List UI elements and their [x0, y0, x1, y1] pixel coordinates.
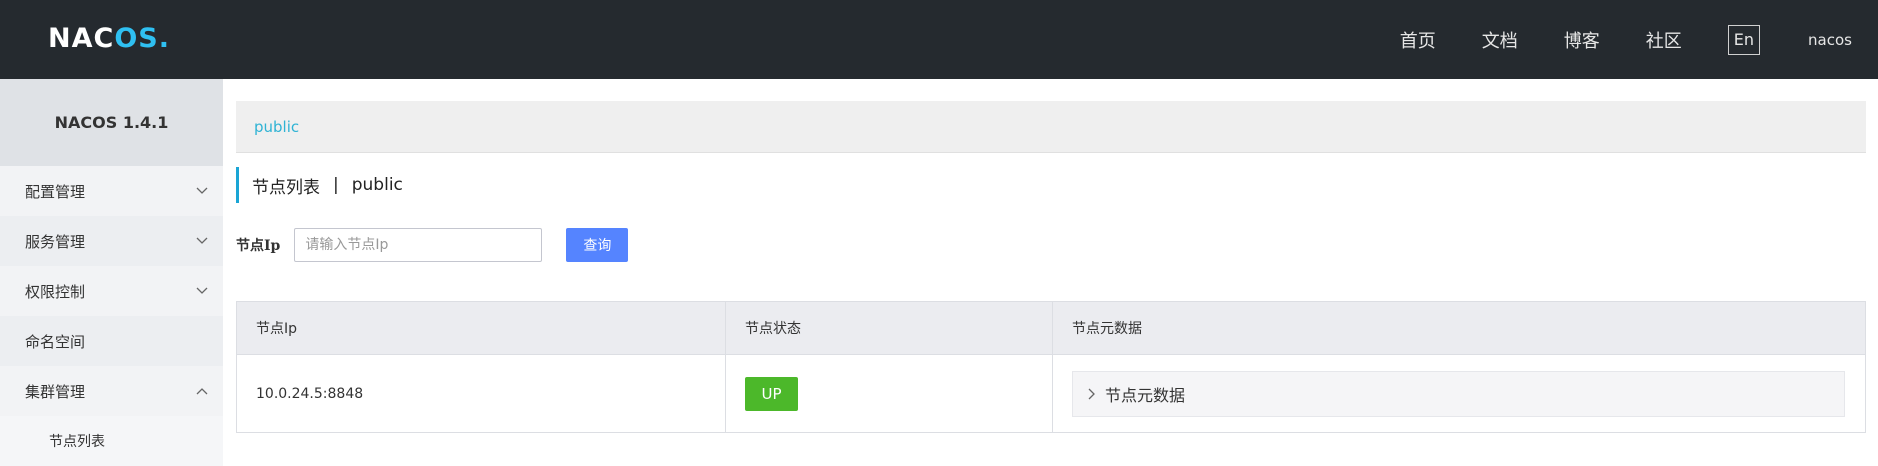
node-ip-input[interactable]	[294, 228, 543, 262]
page-title-separator: |	[333, 175, 339, 195]
table-row: 10.0.24.5:8848 UP 节点元数据	[236, 354, 1866, 433]
chevron-down-icon	[195, 184, 209, 198]
logo-text-part-b: OS	[114, 22, 159, 54]
nav-community[interactable]: 社区	[1646, 27, 1682, 53]
sidebar-item-label: 命名空间	[25, 332, 86, 351]
nav-docs[interactable]: 文档	[1482, 27, 1518, 53]
node-ip-label: 节点Ip	[236, 238, 281, 254]
sidebar-item-namespace[interactable]: 命名空间	[0, 316, 223, 366]
column-header-node-status: 节点状态	[725, 301, 1053, 355]
column-header-node-ip: 节点Ip	[236, 301, 726, 355]
metadata-expander[interactable]: 节点元数据	[1072, 370, 1845, 417]
sidebar-item-cluster-management[interactable]: 集群管理	[0, 366, 223, 416]
logo-text: NAC OS.	[48, 23, 170, 54]
namespace-link-public[interactable]: public	[254, 118, 299, 136]
namespace-breadcrumb: public	[236, 101, 1866, 153]
logo-dot: .	[158, 22, 170, 54]
column-header-node-metadata: 节点元数据	[1052, 301, 1866, 355]
chevron-up-icon	[195, 384, 209, 398]
table-header-row: 节点Ip 节点状态 节点元数据	[236, 301, 1866, 355]
page-title-namespace: public	[351, 175, 403, 195]
logo-text-part-a: NAC	[48, 22, 115, 54]
status-badge: UP	[745, 376, 798, 411]
chevron-right-icon	[1087, 388, 1095, 400]
cell-node-ip: 10.0.24.5:8848	[236, 354, 726, 433]
language-toggle-button[interactable]: En	[1727, 24, 1761, 55]
cell-node-status: UP	[725, 354, 1053, 433]
sidebar-item-label: 服务管理	[25, 232, 86, 251]
nav-blog[interactable]: 博客	[1564, 27, 1600, 53]
sidebar-item-config-management[interactable]: 配置管理	[0, 166, 223, 216]
top-nav: 首页 文档 博客 社区 En nacos	[1354, 0, 1852, 79]
sidebar: NACOS 1.4.1 配置管理 服务管理 权限控制 命名空间 集群管理 节点列…	[0, 79, 223, 466]
page-title-text: 节点列表	[252, 177, 320, 198]
user-name[interactable]: nacos	[1808, 31, 1852, 49]
cell-node-metadata: 节点元数据	[1052, 354, 1866, 433]
metadata-expander-label: 节点元数据	[1105, 385, 1186, 405]
top-navbar: NAC OS. 首页 文档 博客 社区 En nacos	[0, 0, 1878, 79]
sidebar-item-label: 配置管理	[25, 182, 86, 201]
page-title: 节点列表 | public	[236, 167, 403, 203]
sidebar-item-label: 集群管理	[25, 382, 86, 401]
nacos-logo[interactable]: NAC OS.	[48, 20, 170, 56]
node-table: 节点Ip 节点状态 节点元数据 10.0.24.5:8848 UP 节点元数据	[236, 301, 1866, 433]
sidebar-item-label: 权限控制	[25, 282, 86, 301]
search-form: 节点Ip 查询	[236, 228, 629, 262]
main-content: public 节点列表 | public 节点Ip 查询 节点Ip 节点状态 节…	[223, 79, 1878, 463]
nav-home[interactable]: 首页	[1400, 27, 1436, 53]
chevron-down-icon	[195, 284, 209, 298]
query-button[interactable]: 查询	[566, 228, 629, 262]
sidebar-title: NACOS 1.4.1	[0, 79, 223, 166]
sidebar-subitem-node-list[interactable]: 节点列表	[0, 416, 223, 466]
sidebar-item-service-management[interactable]: 服务管理	[0, 216, 223, 266]
chevron-down-icon	[195, 234, 209, 248]
sidebar-item-access-control[interactable]: 权限控制	[0, 266, 223, 316]
